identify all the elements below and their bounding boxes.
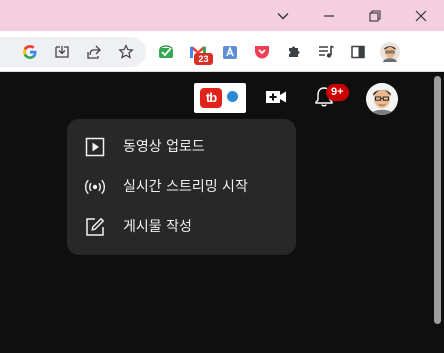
close-button[interactable] — [398, 0, 444, 31]
share-icon[interactable] — [82, 40, 106, 64]
tab-search-button[interactable] — [260, 0, 306, 31]
close-icon — [415, 10, 427, 22]
google-icon[interactable] — [18, 40, 42, 64]
pocket-icon[interactable] — [250, 40, 274, 64]
create-menu: 동영상 업로드 실시간 스트리밍 시작 게시물 작성 — [67, 119, 296, 255]
scrollbar-thumb[interactable] — [434, 76, 441, 324]
browser-title-bar — [0, 0, 444, 31]
minimize-button[interactable] — [306, 0, 352, 31]
menu-item-label: 게시물 작성 — [123, 219, 192, 235]
notification-count-badge: 9+ — [326, 84, 349, 101]
extension-green-icon[interactable] — [154, 40, 178, 64]
upload-video-icon — [83, 135, 107, 159]
side-panel-icon[interactable] — [346, 40, 370, 64]
create-post-icon — [83, 215, 107, 239]
video-camera-plus-icon — [264, 85, 288, 113]
extension-logo: tb — [200, 88, 222, 108]
restore-button[interactable] — [352, 0, 398, 31]
profile-avatar-icon[interactable] — [378, 40, 402, 64]
bookmark-star-icon[interactable] — [114, 40, 138, 64]
live-stream-icon — [83, 175, 107, 199]
create-button[interactable] — [256, 79, 296, 119]
restore-icon — [369, 9, 381, 22]
appstore-icon[interactable] — [218, 40, 242, 64]
extension-status-dot — [227, 91, 238, 102]
chevron-down-icon — [276, 9, 290, 23]
install-app-icon[interactable] — [50, 40, 74, 64]
menu-item-upload-video[interactable]: 동영상 업로드 — [67, 127, 296, 167]
media-queue-icon[interactable] — [314, 40, 338, 64]
minimize-icon — [323, 10, 335, 22]
menu-item-create-post[interactable]: 게시물 작성 — [67, 207, 296, 247]
gmail-unread-badge: 23 — [194, 53, 213, 65]
user-avatar-icon[interactable] — [366, 83, 398, 115]
menu-item-label: 실시간 스트리밍 시작 — [123, 179, 248, 195]
menu-item-label: 동영상 업로드 — [123, 139, 205, 155]
extensions-puzzle-icon[interactable] — [282, 40, 306, 64]
menu-item-go-live[interactable]: 실시간 스트리밍 시작 — [67, 167, 296, 207]
